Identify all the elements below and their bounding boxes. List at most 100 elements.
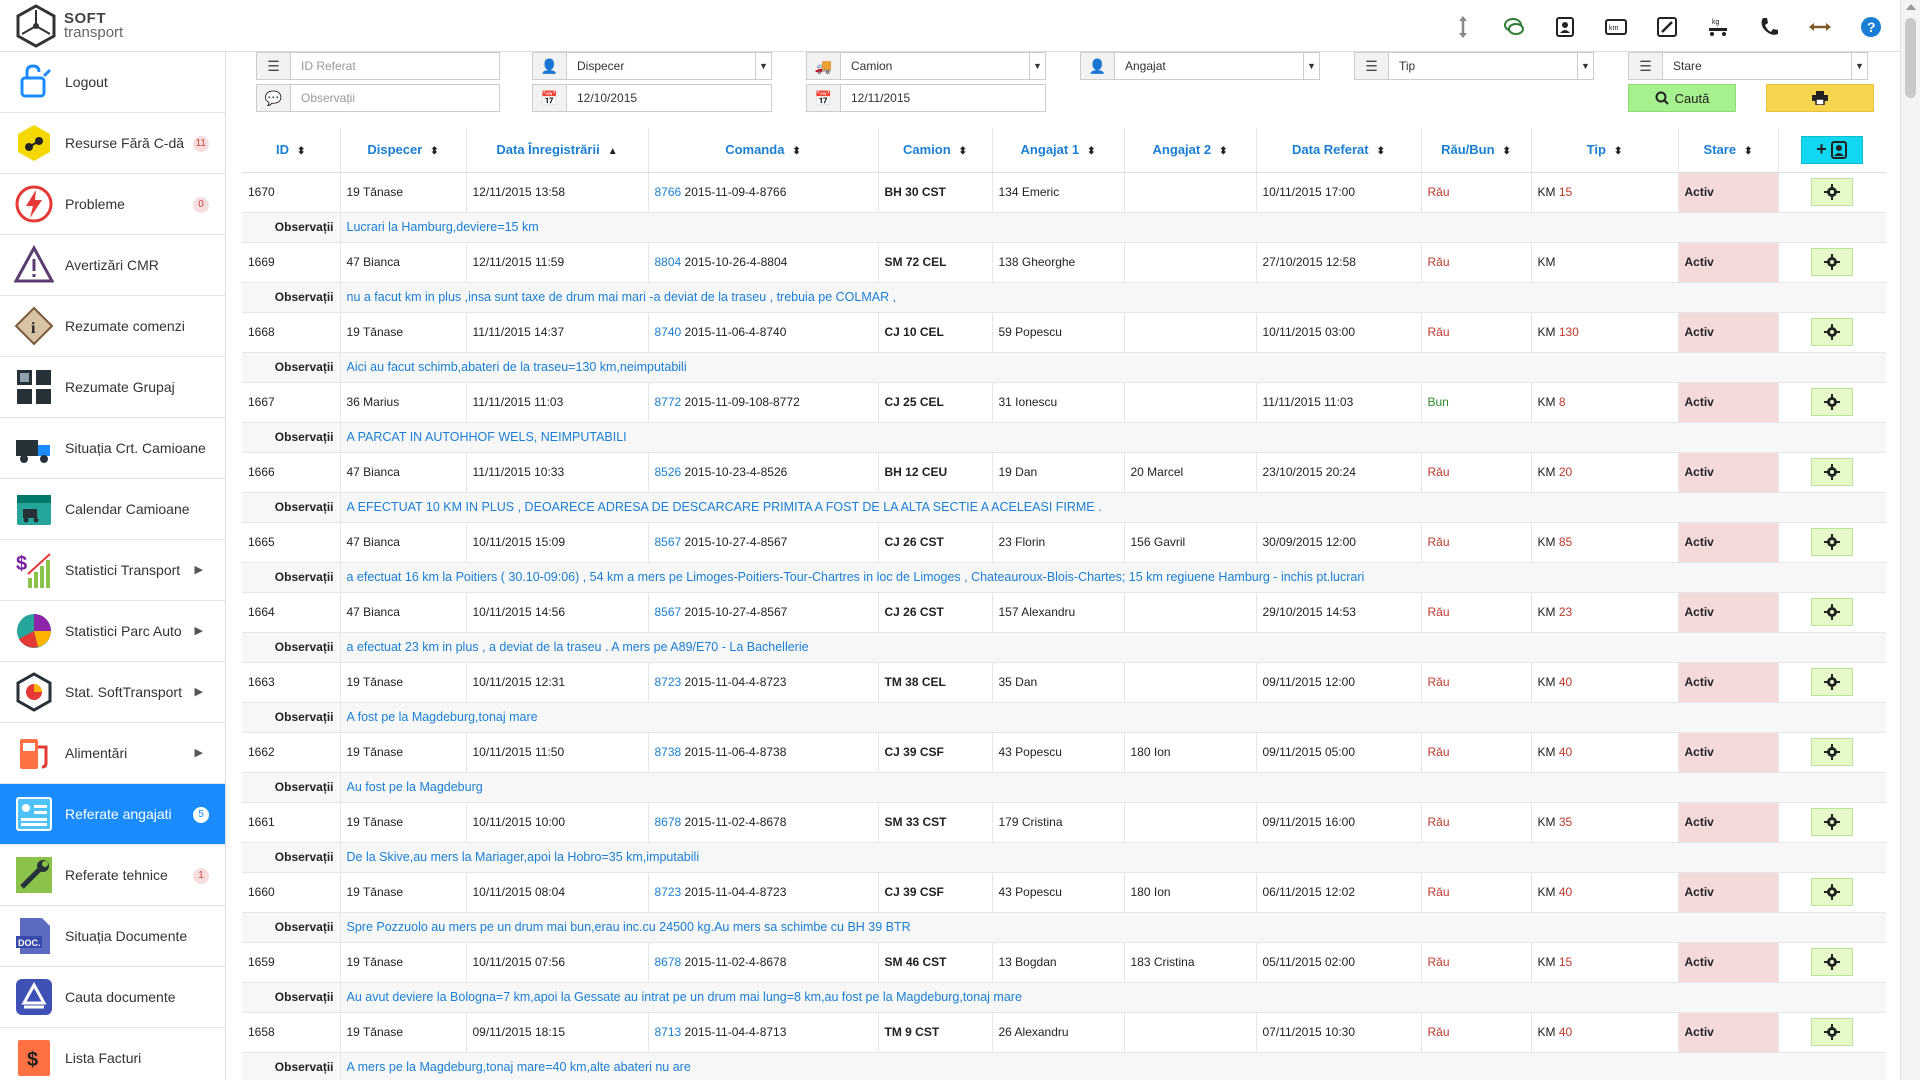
row-settings-button[interactable]	[1811, 528, 1853, 556]
date-from-value[interactable]: 12/10/2015	[567, 85, 771, 111]
table-row[interactable]: 1665 47 Bianca 10/11/2015 15:09 8567 2015-1…	[242, 522, 1886, 563]
chevron-down-icon[interactable]: ▼	[1029, 53, 1045, 79]
id-referat-input[interactable]: ID Referat	[291, 53, 499, 79]
sort-icon[interactable]: ⬍	[297, 146, 305, 157]
resize-vertical-icon[interactable]	[1448, 12, 1478, 42]
help-icon[interactable]: ?	[1856, 12, 1886, 42]
row-settings-button[interactable]	[1811, 388, 1853, 416]
chat-icon[interactable]	[1499, 12, 1529, 42]
resize-horizontal-icon[interactable]	[1805, 12, 1835, 42]
order-link[interactable]: 8740	[655, 325, 682, 339]
observatii-input[interactable]: Observații	[291, 85, 499, 111]
order-link[interactable]: 8526	[655, 465, 682, 479]
contact-card-icon[interactable]	[1550, 12, 1580, 42]
weight-kg-icon[interactable]: kg	[1703, 12, 1733, 42]
sidebar-item-grid[interactable]: Rezumate Grupaj	[0, 357, 225, 418]
order-link[interactable]: 8766	[655, 185, 682, 199]
table-row[interactable]: 1667 36 Marius 11/11/2015 11:03 8772 2015-1…	[242, 382, 1886, 423]
date-to-field[interactable]: 📅 12/11/2015	[806, 84, 1046, 112]
sidebar-item-wrench[interactable]: Referate tehnice 1	[0, 845, 225, 906]
scroll-up-arrow-icon[interactable]	[1906, 4, 1916, 10]
column-header[interactable]: Angajat 1 ⬍	[992, 128, 1125, 173]
order-link[interactable]: 8678	[655, 955, 682, 969]
row-settings-button[interactable]	[1811, 1018, 1853, 1046]
column-header[interactable]: Data Înregistrării ▲	[466, 128, 649, 173]
sidebar-item-calendar-truck[interactable]: Calendar Camioane	[0, 479, 225, 540]
sort-icon[interactable]: ⬍	[430, 146, 438, 157]
sort-icon[interactable]: ⬍	[959, 146, 967, 157]
sidebar-item-drive[interactable]: Cauta documente	[0, 967, 225, 1028]
sort-icon[interactable]: ⬍	[1503, 146, 1511, 157]
sort-icon[interactable]: ⬍	[792, 146, 800, 157]
column-header[interactable]: Comanda ⬍	[648, 128, 879, 173]
id-referat-filter[interactable]: ☰ ID Referat	[256, 52, 500, 80]
app-logo[interactable]: SOFT transport	[14, 4, 123, 48]
column-header[interactable]: Camion ⬍	[878, 128, 993, 173]
scrollbar-thumb[interactable]	[1905, 18, 1916, 98]
menu-icon[interactable]: ☰	[257, 53, 291, 79]
column-header[interactable]: Dispecer ⬍	[340, 128, 467, 173]
sort-icon[interactable]: ⬍	[1087, 146, 1095, 157]
page-scrollbar[interactable]	[1900, 0, 1920, 1080]
row-settings-button[interactable]	[1811, 878, 1853, 906]
print-button[interactable]	[1766, 84, 1874, 112]
order-link[interactable]: 8772	[655, 395, 682, 409]
row-settings-button[interactable]	[1811, 668, 1853, 696]
table-row[interactable]: 1670 19 Tănase 12/11/2015 13:58 8766 2015-1…	[242, 172, 1886, 213]
order-link[interactable]: 8738	[655, 745, 682, 759]
dispecer-select[interactable]: 👤 Dispecer ▼	[532, 52, 772, 80]
sidebar-item-pie-chart[interactable]: Statistici Parc Auto ▶	[0, 601, 225, 662]
sidebar-item-hexagon-stats[interactable]: Stat. SoftTransport ▶	[0, 662, 225, 723]
order-link[interactable]: 8723	[655, 675, 682, 689]
sort-icon[interactable]: ⬍	[1377, 146, 1385, 157]
column-header[interactable]: Data Referat ⬍	[1256, 128, 1422, 173]
sidebar-item-invoice[interactable]: $ Lista Facturi	[0, 1028, 225, 1080]
sidebar-item-lightning[interactable]: Probleme 0	[0, 174, 225, 235]
sidebar-item-resources[interactable]: Resurse Fără C-dă 11	[0, 113, 225, 174]
add-referat-button[interactable]: +	[1801, 135, 1863, 164]
order-link[interactable]: 8713	[655, 1025, 682, 1039]
table-row[interactable]: 1661 19 Tănase 10/11/2015 10:00 8678 2015-1…	[242, 802, 1886, 843]
row-settings-button[interactable]	[1811, 598, 1853, 626]
row-settings-button[interactable]	[1811, 178, 1853, 206]
table-row[interactable]: 1662 19 Tănase 10/11/2015 11:50 8738 2015-1…	[242, 732, 1886, 773]
order-link[interactable]: 8567	[655, 535, 682, 549]
chevron-down-icon[interactable]: ▼	[1851, 53, 1867, 79]
sidebar-item-dollar-chart[interactable]: $ Statistici Transport ▶	[0, 540, 225, 601]
column-header[interactable]: ID ⬍	[242, 128, 341, 173]
search-button[interactable]: Caută	[1628, 84, 1736, 112]
row-settings-button[interactable]	[1811, 948, 1853, 976]
order-link[interactable]: 8804	[655, 255, 682, 269]
column-header[interactable]: Rău/Bun ⬍	[1421, 128, 1532, 173]
table-row[interactable]: 1663 19 Tănase 10/11/2015 12:31 8723 2015-1…	[242, 662, 1886, 703]
table-row[interactable]: 1659 19 Tănase 10/11/2015 07:56 8678 2015-1…	[242, 942, 1886, 983]
angajat-select[interactable]: 👤 Angajat ▼	[1080, 52, 1320, 80]
order-link[interactable]: 8678	[655, 815, 682, 829]
column-header[interactable]: Angajat 2 ⬍	[1124, 128, 1257, 173]
row-settings-button[interactable]	[1811, 738, 1853, 766]
sidebar-item-fuel-pump[interactable]: Alimentări ▶	[0, 723, 225, 784]
row-settings-button[interactable]	[1811, 458, 1853, 486]
tip-select[interactable]: ☰ Tip ▼	[1354, 52, 1594, 80]
sidebar-item-employee-report[interactable]: Referate angajati 5	[0, 784, 225, 845]
date-from-field[interactable]: 📅 12/10/2015	[532, 84, 772, 112]
observatii-filter[interactable]: 💬 Observații	[256, 84, 500, 112]
row-settings-button[interactable]	[1811, 248, 1853, 276]
phone-icon[interactable]	[1754, 12, 1784, 42]
table-row[interactable]: 1668 19 Tănase 11/11/2015 14:37 8740 2015-1…	[242, 312, 1886, 353]
calendar-icon[interactable]: 📅	[533, 85, 567, 111]
calendar-icon[interactable]: 📅	[807, 85, 841, 111]
sidebar-item-doc[interactable]: DOC. Situația Documente	[0, 906, 225, 967]
sort-icon[interactable]: ⬍	[1614, 146, 1622, 157]
chevron-down-icon[interactable]: ▼	[755, 53, 771, 79]
table-row[interactable]: 1664 47 Bianca 10/11/2015 14:56 8567 2015-1…	[242, 592, 1886, 633]
tools-icon[interactable]	[1652, 12, 1682, 42]
sidebar-item-truck[interactable]: Situația Crt. Camioane	[0, 418, 225, 479]
table-row[interactable]: 1660 19 Tănase 10/11/2015 08:04 8723 2015-1…	[242, 872, 1886, 913]
column-header[interactable]: Stare ⬍	[1678, 128, 1779, 173]
date-to-value[interactable]: 12/11/2015	[841, 85, 1045, 111]
sidebar-item-info-diamond[interactable]: i Rezumate comenzi	[0, 296, 225, 357]
sort-ascending-icon[interactable]: ▲	[608, 146, 618, 157]
chevron-down-icon[interactable]: ▼	[1577, 53, 1593, 79]
chevron-down-icon[interactable]: ▼	[1303, 53, 1319, 79]
